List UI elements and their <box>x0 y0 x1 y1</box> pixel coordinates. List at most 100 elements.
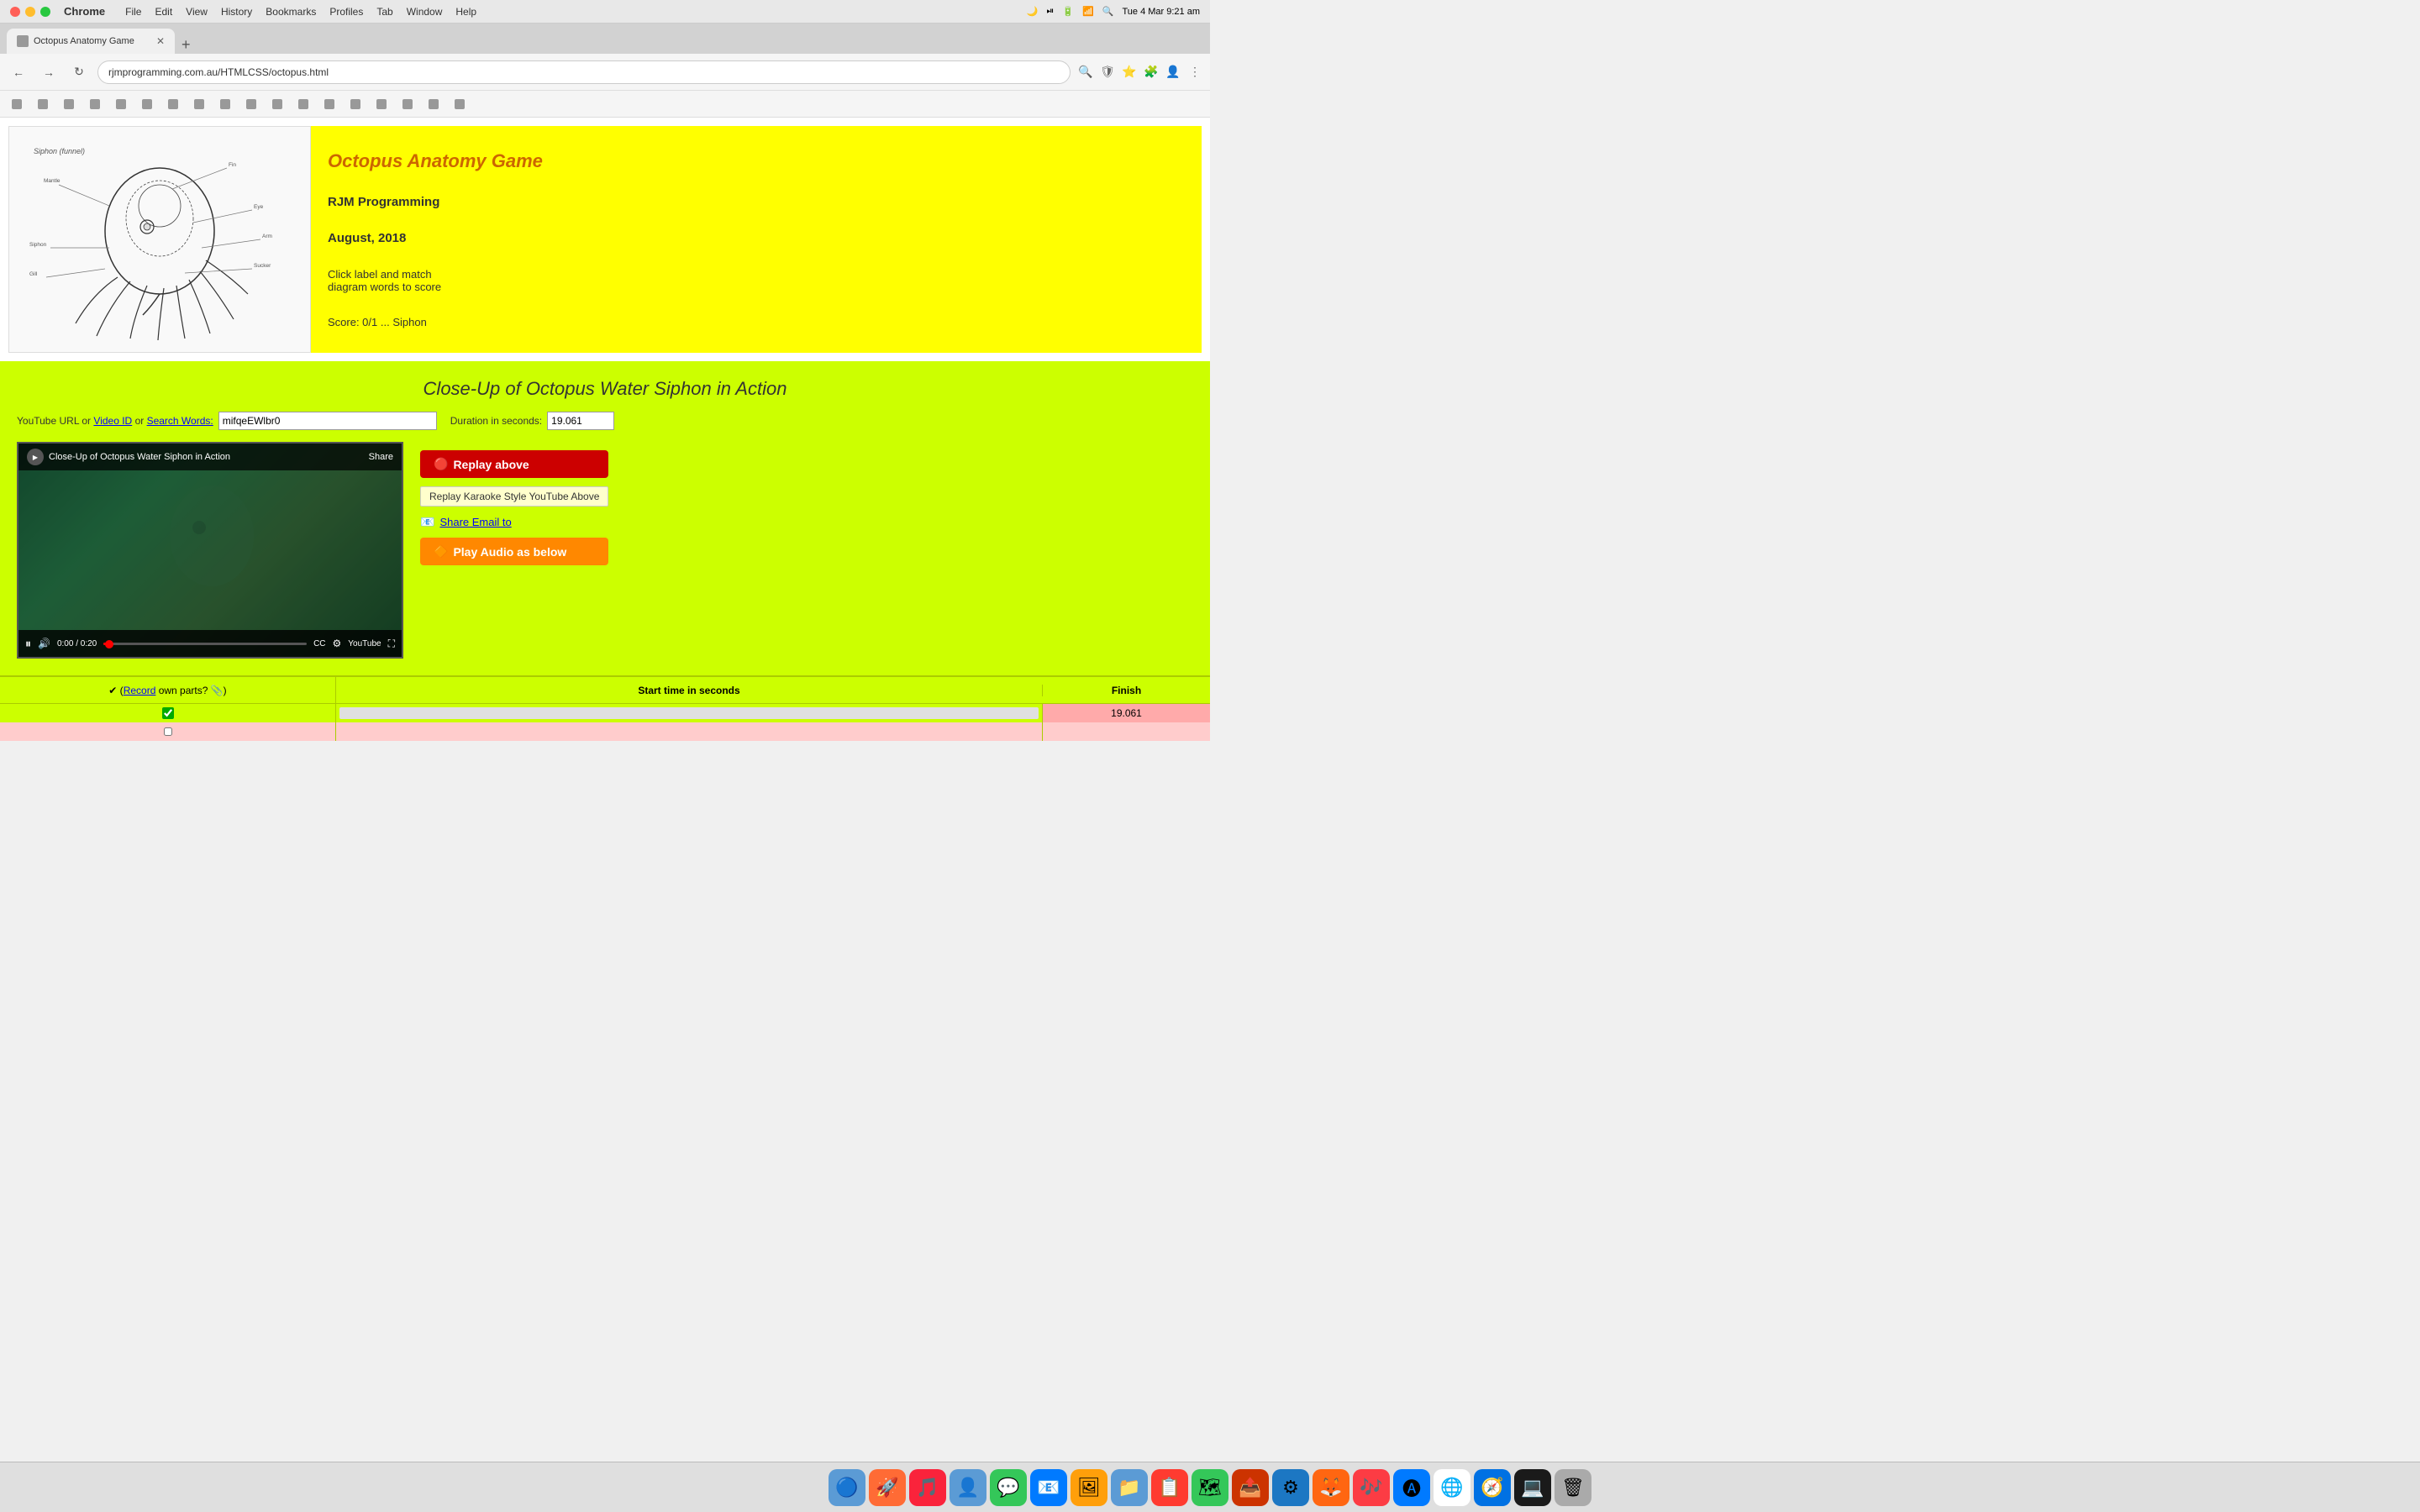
menu-edit[interactable]: Edit <box>155 6 172 18</box>
close-button[interactable] <box>10 7 20 17</box>
play-audio-button[interactable]: 🔶 Play Audio as below <box>420 538 608 565</box>
dock-trash[interactable]: 🗑 <box>1555 1469 1591 1506</box>
bookmark-16[interactable] <box>397 95 420 113</box>
dock-finder[interactable]: 🔵 <box>829 1469 865 1506</box>
share-email-label[interactable]: Share Email to <box>439 516 511 528</box>
youtube-button[interactable]: YouTube <box>348 639 381 648</box>
record-cell[interactable]: ✔ (Record own parts? 📎) <box>0 677 336 703</box>
bookmark-11[interactable] <box>267 95 290 113</box>
small-checkbox[interactable] <box>164 727 172 736</box>
dock-chrome[interactable]: 🌐 <box>1434 1469 1470 1506</box>
search-words-link[interactable]: Search Words: <box>147 415 213 427</box>
tab-close-button[interactable]: ✕ <box>156 35 165 47</box>
replay-icon: 🔴 <box>434 457 448 471</box>
duration-input[interactable] <box>547 412 614 430</box>
bookmark-17[interactable] <box>424 95 446 113</box>
dark-mode-icon[interactable]: 🌙 <box>1027 6 1039 17</box>
karaoke-tooltip: Replay Karaoke Style YouTube Above <box>420 486 608 507</box>
search-icon[interactable]: 🔍 <box>1102 6 1114 17</box>
video-player[interactable]: ▶ Close-Up of Octopus Water Siphon in Ac… <box>17 442 403 659</box>
window-controls[interactable] <box>10 7 50 17</box>
bookmarks-bar <box>0 91 1210 118</box>
dock-photos[interactable]: 🖼 <box>1071 1469 1107 1506</box>
forward-button[interactable]: → <box>37 60 60 84</box>
bookmark-18[interactable] <box>450 95 472 113</box>
dock-terminal[interactable]: 💻 <box>1514 1469 1551 1506</box>
bookmark-4[interactable] <box>85 95 108 113</box>
small-checkbox-cell[interactable] <box>0 722 336 741</box>
maximize-button[interactable] <box>40 7 50 17</box>
record-checkbox[interactable] <box>162 707 174 719</box>
youtube-url-input[interactable] <box>218 412 437 430</box>
menu-tab[interactable]: Tab <box>376 6 392 18</box>
menu-help[interactable]: Help <box>455 6 476 18</box>
battery-icon: 🔋 <box>1062 6 1074 17</box>
bookmark-14[interactable] <box>345 95 368 113</box>
bookmark-1[interactable] <box>7 95 29 113</box>
dock-contacts[interactable]: 👤 <box>950 1469 986 1506</box>
info-panel: Octopus Anatomy Game RJM Programming Aug… <box>311 126 1202 353</box>
video-id-link[interactable]: Video ID <box>93 415 132 427</box>
dock-safari[interactable]: 🧭 <box>1474 1469 1511 1506</box>
dock-itunes[interactable]: 🎶 <box>1353 1469 1390 1506</box>
dock-appstore[interactable]: 🅐 <box>1393 1469 1430 1506</box>
address-bar: ← → ↻ 🔍 🛡 ⭐ 🧩 👤 ⋮ <box>0 54 1210 91</box>
reload-button[interactable]: ↻ <box>67 60 91 84</box>
dock-firefox[interactable]: 🦊 <box>1313 1469 1349 1506</box>
share-label[interactable]: Share <box>369 452 393 462</box>
new-tab-button[interactable]: + <box>182 36 191 54</box>
bookmark-15[interactable] <box>371 95 394 113</box>
settings-button[interactable]: ⚙ <box>333 638 342 649</box>
menu-view[interactable]: View <box>186 6 208 18</box>
bookmark-8[interactable] <box>189 95 212 113</box>
dock-maps[interactable]: 🗺 <box>1192 1469 1228 1506</box>
menu-profiles[interactable]: Profiles <box>329 6 363 18</box>
menu-history[interactable]: History <box>221 6 252 18</box>
zoom-icon[interactable]: 🔍 <box>1077 64 1094 81</box>
bookmark-icon[interactable]: ⭐ <box>1121 64 1138 81</box>
bookmark-6[interactable] <box>137 95 160 113</box>
wifi-icon: 📶 <box>1082 6 1094 17</box>
progress-bar-outer[interactable] <box>339 707 1039 719</box>
fullscreen-button[interactable]: ⛶ <box>388 638 395 650</box>
dock-filezilla[interactable]: 📤 <box>1232 1469 1269 1506</box>
menu-window[interactable]: Window <box>407 6 443 18</box>
checkbox-cell[interactable] <box>0 704 336 722</box>
address-input[interactable] <box>97 60 1071 84</box>
replay-button[interactable]: 🔴 Replay above <box>420 450 608 478</box>
dock-music[interactable]: 🎵 <box>909 1469 946 1506</box>
dock-launchpad[interactable]: 🚀 <box>869 1469 906 1506</box>
pause-button[interactable]: ⏸ <box>25 637 31 651</box>
bookmark-5[interactable] <box>111 95 134 113</box>
bookmark-3[interactable] <box>59 95 82 113</box>
dock-xcode[interactable]: ⚙ <box>1272 1469 1309 1506</box>
duration-label: Duration in seconds: <box>450 415 542 427</box>
menu-bookmarks[interactable]: Bookmarks <box>266 6 316 18</box>
bookmark-13[interactable] <box>319 95 342 113</box>
menu-dots-icon[interactable]: ⋮ <box>1186 64 1203 81</box>
dock-files[interactable]: 📁 <box>1111 1469 1148 1506</box>
cc-button[interactable]: CC <box>313 639 325 648</box>
menu-file[interactable]: File <box>125 6 141 18</box>
menu-bar[interactable]: File Edit View History Bookmarks Profile… <box>125 6 476 18</box>
record-link[interactable]: Record <box>124 685 156 696</box>
bookmark-2[interactable] <box>33 95 55 113</box>
back-button[interactable]: ← <box>7 60 30 84</box>
minimize-button[interactable] <box>25 7 35 17</box>
active-tab[interactable]: Octopus Anatomy Game ✕ <box>7 29 175 54</box>
tabs-bar: Octopus Anatomy Game ✕ + <box>0 24 1210 54</box>
dock-mail[interactable]: 📧 <box>1030 1469 1067 1506</box>
extensions-icon[interactable]: 🧩 <box>1143 64 1160 81</box>
svg-text:Fin: Fin <box>229 162 236 168</box>
bookmark-10[interactable] <box>241 95 264 113</box>
small-progress-cell <box>336 722 1042 741</box>
bookmark-7[interactable] <box>163 95 186 113</box>
dock-messages[interactable]: 💬 <box>990 1469 1027 1506</box>
dock-reminders[interactable]: 📋 <box>1151 1469 1188 1506</box>
bookmark-12[interactable] <box>293 95 316 113</box>
progress-bar[interactable] <box>103 643 307 645</box>
bookmark-9[interactable] <box>215 95 238 113</box>
profile-icon[interactable]: 👤 <box>1165 64 1181 81</box>
volume-button[interactable]: 🔊 <box>38 638 50 649</box>
svg-text:Sucker: Sucker <box>254 263 271 269</box>
